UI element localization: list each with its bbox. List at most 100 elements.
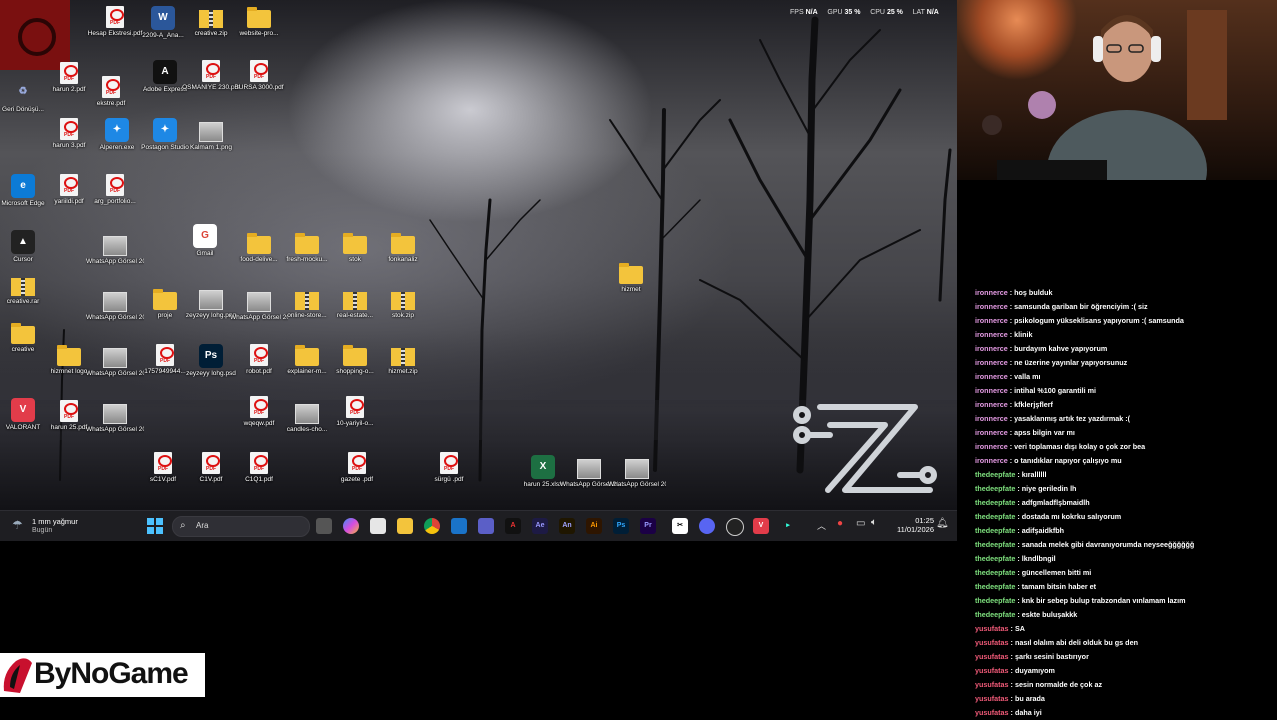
- chat-text: veri toplaması dışı kolay o çok zor bea: [1014, 442, 1146, 451]
- store-icon[interactable]: [370, 518, 386, 534]
- z-logo-watermark: [793, 404, 937, 493]
- desktop-icon-label: Geri Dönüşü...: [2, 106, 44, 113]
- chat-message: ironnerce : veri toplaması dışı kolay o …: [975, 440, 1275, 454]
- chat-username: ironnerce: [975, 428, 1008, 437]
- desktop-icon-5[interactable]: ♻ Geri Dönüşü...: [0, 80, 52, 114]
- desktop-icon-32[interactable]: hizmet: [602, 262, 660, 294]
- network-icon[interactable]: ▭: [856, 518, 865, 529]
- after-effects-icon[interactable]: Ae: [532, 518, 548, 534]
- desktop-icon-41[interactable]: hizmet.zip: [374, 344, 432, 376]
- pdf-icon: [440, 452, 458, 474]
- desktop-icon-18[interactable]: WhatsApp Görsel 2025...: [86, 232, 144, 266]
- chat-username: thedeepfate: [975, 484, 1016, 493]
- chat-username: yusufatas: [975, 666, 1009, 675]
- desktop-icon-label: hizmet: [621, 286, 641, 293]
- speaker-icon[interactable]: 🔈︎: [871, 517, 877, 528]
- chat-text: nasıl olalım abi deli olduk bu gs den: [1014, 638, 1138, 647]
- capcut-icon[interactable]: ✂: [672, 518, 688, 534]
- desktop-icon-label: WhatsApp Görsel 2025...: [86, 258, 144, 265]
- desktop-icon-13[interactable]: Kalmam 1.png: [182, 118, 240, 152]
- desktop-icon-50[interactable]: C1Q1.pdf: [230, 452, 288, 484]
- folder-icon: [295, 233, 319, 254]
- search-icon: ⌕: [180, 520, 186, 531]
- chat-username: ironnerce: [975, 442, 1008, 451]
- desktop-icon-label: 10-yariyil-o...: [336, 420, 374, 427]
- copilot-icon[interactable]: [343, 518, 359, 534]
- search-box[interactable]: ⌕ Ara: [172, 516, 310, 537]
- photoshop-icon[interactable]: Ps: [613, 518, 629, 534]
- desktop-icon-19[interactable]: G Gmail: [176, 224, 234, 258]
- chrome-icon[interactable]: [424, 518, 440, 534]
- animate-icon[interactable]: An: [559, 518, 575, 534]
- weather-widget[interactable]: ☂ 1 mm yağmur Bugün: [10, 515, 100, 537]
- cpu-label: CPU: [870, 9, 885, 16]
- chrome-icon: G: [193, 224, 217, 248]
- chat-text: tamam bitsin haber et: [1021, 582, 1097, 591]
- desktop-icon-9[interactable]: BURSA 3000.pdf: [230, 60, 288, 92]
- cursor-app-icon[interactable]: ▸: [780, 518, 796, 534]
- chat-text: ne üzerine yayınlar yapıyorsunuz: [1014, 358, 1128, 367]
- search-placeholder: Ara: [196, 521, 209, 530]
- desktop-icon-label: sürgü .pdf: [434, 476, 464, 483]
- desktop-icon-23[interactable]: fonkanaliz: [374, 232, 432, 264]
- chat-text: eskte buluşakkk: [1021, 610, 1078, 619]
- teams-icon[interactable]: [478, 518, 494, 534]
- brand-logo: ByNoGame: [0, 653, 205, 697]
- desktop-icon-52[interactable]: sürgü .pdf: [420, 452, 478, 484]
- pdf-icon: [250, 60, 268, 82]
- pdf-icon: [250, 396, 268, 418]
- chevron-up-icon[interactable]: ︿: [817, 519, 826, 532]
- premiere-icon[interactable]: Pr: [640, 518, 656, 534]
- discord-icon[interactable]: [699, 518, 715, 534]
- valorant-icon[interactable]: V: [753, 518, 769, 534]
- clock[interactable]: 01:25 11/01/2026: [886, 516, 934, 534]
- desktop-icon-47[interactable]: 10-yariyil-o...: [326, 396, 384, 428]
- image-icon: [199, 122, 223, 142]
- obs-icon[interactable]: [726, 518, 744, 536]
- chat-username: thedeepfate: [975, 554, 1016, 563]
- desktop-icon-55[interactable]: WhatsApp Görsel 202...: [608, 455, 666, 489]
- recycle-icon: ♻: [18, 86, 28, 97]
- illustrator-icon[interactable]: Ai: [586, 518, 602, 534]
- image-icon: [103, 292, 127, 312]
- pdf-icon: [250, 452, 268, 474]
- start-button[interactable]: [147, 518, 163, 534]
- pdf-icon: [60, 400, 78, 422]
- desktop-icon-label: Cursor: [13, 256, 33, 263]
- notification-icon[interactable]: 🔔︎: [936, 518, 949, 529]
- desktop-icon-label: website-pro...: [239, 30, 279, 37]
- desktop-icon-17[interactable]: ▲ Cursor: [0, 230, 52, 264]
- file-explorer-icon[interactable]: [397, 518, 413, 534]
- chat-username: ironnerce: [975, 414, 1008, 423]
- desktop-icon-label: hizmet.zip: [388, 368, 418, 375]
- task-view-icon[interactable]: [316, 518, 332, 534]
- desktop-icon-31[interactable]: stok.zip: [374, 288, 432, 320]
- taskbar: ☂ 1 mm yağmur Bugün ⌕ Ara A Ae An Ai Ps …: [0, 510, 957, 541]
- chat-username: yusufatas: [975, 624, 1009, 633]
- microphone-icon[interactable]: ●: [837, 518, 843, 529]
- outlook-icon[interactable]: [451, 518, 467, 534]
- desktop-icon-16[interactable]: arg_portfolio...: [86, 174, 144, 206]
- image-icon: [577, 459, 601, 479]
- desktop-icon-24[interactable]: creative.rar: [0, 274, 52, 306]
- desktop-icon-label: ekstre.pdf: [96, 100, 126, 107]
- desktop-icon-6[interactable]: ekstre.pdf: [82, 76, 140, 108]
- desktop-icon-label: Kalmam 1.png: [190, 144, 232, 151]
- chat-username: ironnerce: [975, 330, 1008, 339]
- clock-time: 01:25: [915, 516, 934, 525]
- zip-icon: [391, 348, 415, 366]
- chat-text: valla mı: [1014, 372, 1041, 381]
- chat-message: ironnerce : burdayım kahve yapıyorum: [975, 342, 1275, 356]
- chat-message: thedeepfate : niye geriledin lh: [975, 482, 1275, 496]
- rar-icon: [11, 278, 35, 296]
- adobe-express-icon[interactable]: A: [505, 518, 521, 534]
- weather-day: Bugün: [32, 527, 53, 534]
- desktop[interactable]: Hesap Ekstresi.pdfW2209-A_Ana...creative…: [0, 0, 957, 510]
- desktop-icon-3[interactable]: website-pro...: [230, 6, 288, 38]
- folder-icon: [343, 233, 367, 254]
- desktop-icon-44[interactable]: WhatsApp Görsel 2025...: [86, 400, 144, 434]
- chat-message: thedeepfate : lkndlbngil: [975, 552, 1275, 566]
- desktop-icon-51[interactable]: gazete .pdf: [328, 452, 386, 484]
- chat-text: intihal %100 garantili mi: [1014, 386, 1097, 395]
- chat-username: ironnerce: [975, 386, 1008, 395]
